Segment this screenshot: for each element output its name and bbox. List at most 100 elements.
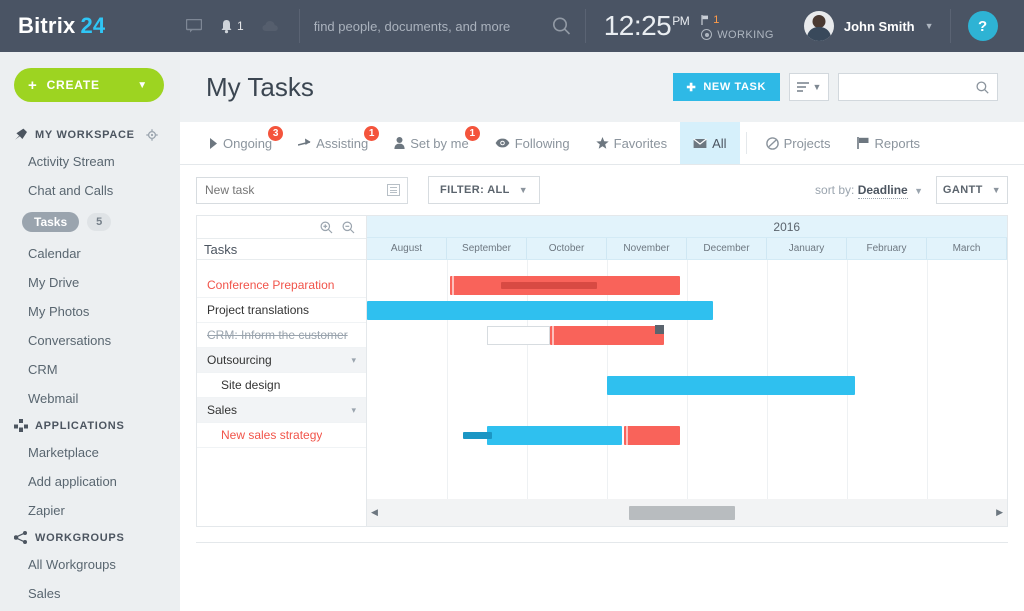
cloud-icon[interactable]: [262, 20, 279, 32]
chevron-down-icon[interactable]: ▾: [351, 405, 356, 416]
chat-bubble-icon[interactable]: [186, 19, 202, 33]
toolbar: FILTER: ALL ▼ sort by: Deadline ▼ GANTT …: [180, 165, 1024, 215]
main-content: My Tasks ✚ NEW TASK ▼ Ongoing 3 Assisting 1…: [180, 52, 1024, 611]
gantt-horizontal-scrollbar[interactable]: ◀ ▶: [367, 499, 1007, 526]
sidebar-group-header-my-workspace[interactable]: MY WORKSPACE: [0, 122, 180, 147]
gantt-view-button[interactable]: GANTT ▼: [936, 176, 1008, 204]
sidebar-item-conversations[interactable]: Conversations: [0, 326, 180, 355]
chevron-down-icon: ▼: [914, 186, 923, 196]
quick-new-task-input[interactable]: [205, 183, 399, 197]
create-button[interactable]: + CREATE ▼: [14, 68, 164, 102]
view-mode-button[interactable]: ▼: [789, 73, 829, 101]
flag-indicator[interactable]: 1: [701, 14, 774, 26]
filter-button[interactable]: FILTER: ALL ▼: [428, 176, 541, 204]
scrollbar-thumb[interactable]: [629, 505, 735, 520]
sidebar-item-label: Calendar: [28, 246, 81, 261]
gantt-bar-empty[interactable]: [486, 326, 551, 345]
work-status[interactable]: WORKING: [701, 29, 774, 41]
chevron-down-icon[interactable]: ▾: [351, 355, 356, 366]
gantt-task-row[interactable]: Project translations: [197, 298, 366, 323]
tab-projects[interactable]: Projects: [753, 122, 844, 164]
bell-icon[interactable]: 1: [220, 19, 244, 34]
gantt-bar[interactable]: [550, 326, 664, 345]
tab-all[interactable]: All: [680, 122, 740, 164]
sidebar-item-webmail[interactable]: Webmail: [0, 384, 180, 413]
gantt-task-name: Conference Preparation: [207, 278, 335, 292]
play-triangle-icon: [209, 137, 218, 149]
page-search-input[interactable]: [847, 80, 989, 94]
sidebar-item-tasks[interactable]: Tasks 5: [0, 205, 180, 239]
sidebar-item-my-drive[interactable]: My Drive: [0, 268, 180, 297]
sidebar-item-marketplace[interactable]: Marketplace: [0, 438, 180, 467]
gantt-bar[interactable]: [607, 376, 856, 395]
time-widget[interactable]: 12:25PM 1 WORKING: [586, 0, 788, 52]
sidebar-item-add-application[interactable]: Add application: [0, 467, 180, 496]
gantt-task-row[interactable]: Site design: [197, 373, 366, 398]
tab-label: Set by me: [410, 135, 469, 151]
gantt-gridline: [447, 260, 448, 499]
chevron-right-icon[interactable]: ▶: [996, 507, 1003, 518]
sidebar-item-label: CRM: [28, 362, 58, 377]
help-button[interactable]: ?: [951, 0, 1015, 52]
flag-icon: [856, 137, 870, 149]
gantt-task-row[interactable]: Conference Preparation: [197, 273, 366, 298]
sort-value[interactable]: Deadline: [857, 183, 908, 199]
quick-new-task-field[interactable]: [196, 176, 408, 204]
new-task-button[interactable]: ✚ NEW TASK: [672, 73, 780, 101]
gantt-task-row[interactable]: Outsourcing ▾: [197, 348, 366, 373]
sidebar-item-sales[interactable]: Sales: [0, 579, 180, 608]
tab-assisting[interactable]: Assisting 1: [285, 122, 381, 164]
gantt-task-row[interactable]: Sales ▾: [197, 398, 366, 423]
lines-icon[interactable]: [387, 184, 400, 196]
gantt-task-row[interactable]: New sales strategy: [197, 423, 366, 448]
tab-set-by-me[interactable]: Set by me 1: [381, 122, 482, 164]
zoom-in-icon[interactable]: [320, 221, 333, 234]
global-search-input[interactable]: [313, 14, 571, 38]
gantt-bar[interactable]: [623, 426, 680, 445]
chevron-down-icon[interactable]: ▼: [925, 21, 934, 31]
gantt-footer: ◀ ▶: [196, 499, 1008, 527]
gantt-timeline: 2016 August September October November Decem…: [367, 216, 1007, 499]
inbox-icon: [693, 138, 707, 149]
gantt-bar-end-flag-icon: [654, 325, 664, 334]
gantt-bar[interactable]: [463, 426, 623, 445]
gear-icon[interactable]: [145, 128, 158, 141]
global-search[interactable]: [300, 0, 585, 52]
zoom-out-icon[interactable]: [342, 221, 355, 234]
sidebar-item-my-photos[interactable]: My Photos: [0, 297, 180, 326]
sidebar-item-calendar[interactable]: Calendar: [0, 239, 180, 268]
sidebar-group-header-applications[interactable]: APPLICATIONS: [0, 413, 180, 438]
share-icon: [14, 531, 28, 544]
tab-favorites[interactable]: Favorites: [583, 122, 680, 164]
status-label: WORKING: [717, 28, 774, 41]
tab-following[interactable]: Following: [482, 122, 583, 164]
gantt-bar[interactable]: [367, 301, 713, 320]
user-menu[interactable]: John Smith ▼: [788, 0, 950, 52]
avatar: [803, 11, 834, 41]
gantt-gridline: [527, 260, 528, 499]
gantt-task-name: New sales strategy: [221, 428, 323, 442]
sidebar-item-activity-stream[interactable]: Activity Stream: [0, 147, 180, 176]
gantt-bar[interactable]: [450, 276, 680, 295]
tab-label: All: [712, 135, 727, 151]
sidebar-item-all-workgroups[interactable]: All Workgroups: [0, 550, 180, 579]
sidebar-group-header-workgroups[interactable]: WORKGROUPS: [0, 525, 180, 550]
search-icon[interactable]: [552, 17, 571, 36]
gantt-task-name: Sales: [207, 403, 238, 417]
app-logo[interactable]: Bitrix 24: [0, 0, 180, 52]
gantt-bottom-border: [196, 527, 1008, 543]
sort-control[interactable]: sort by: Deadline ▼: [815, 183, 923, 199]
eye-icon: [495, 138, 510, 148]
sidebar-item-chat-and-calls[interactable]: Chat and Calls: [0, 176, 180, 205]
tab-reports[interactable]: Reports: [844, 122, 934, 164]
search-icon[interactable]: [976, 80, 989, 94]
sidebar-item-crm[interactable]: CRM: [0, 355, 180, 384]
chevron-left-icon[interactable]: ◀: [371, 507, 378, 518]
chevron-down-icon: ▼: [991, 185, 1002, 195]
sidebar-item-zapier[interactable]: Zapier: [0, 496, 180, 525]
gantt-zoom-controls: [197, 216, 366, 238]
gantt-task-row[interactable]: CRM: Inform the customer: [197, 323, 366, 348]
sidebar-item-label: All Workgroups: [28, 557, 116, 572]
page-search[interactable]: [838, 73, 998, 101]
tab-ongoing[interactable]: Ongoing 3: [196, 122, 285, 164]
